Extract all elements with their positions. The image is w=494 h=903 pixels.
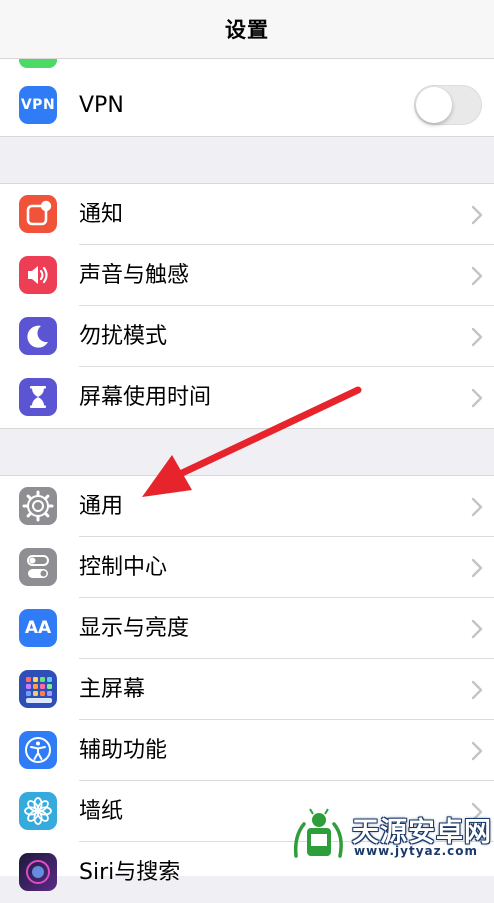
page-title: 设置: [225, 18, 269, 42]
settings-row-sounds[interactable]: 声音与触感: [0, 245, 494, 306]
settings-row-label: 显示与亮度: [79, 616, 190, 641]
chevron-right-icon: [471, 388, 483, 408]
settings-row-label: 声音与触感: [79, 263, 190, 288]
gear-icon: [19, 487, 57, 525]
settings-row-vpn[interactable]: VPN VPN: [0, 75, 494, 136]
settings-row-label: Siri与搜索: [79, 860, 181, 885]
settings-row-home-screen[interactable]: 主屏幕: [0, 659, 494, 720]
vpn-icon-text: VPN: [20, 97, 56, 113]
settings-row-label: 控制中心: [79, 555, 168, 580]
notifications-group: 通知 声音与触感 勿扰模式 屏幕使用时间: [0, 183, 494, 429]
settings-row-do-not-disturb[interactable]: 勿扰模式: [0, 306, 494, 367]
settings-row-label: 主屏幕: [79, 677, 146, 702]
watermark: 天源安卓网 www.jytyaz.com: [290, 806, 491, 866]
watermark-logo-icon: [293, 808, 343, 858]
chevron-right-icon: [471, 327, 483, 347]
partial-settings-row[interactable]: [0, 44, 494, 76]
chevron-right-icon: [471, 680, 483, 700]
toggle-knob: [416, 87, 452, 123]
aa-icon: AA: [19, 609, 57, 647]
vpn-icon: VPN: [19, 86, 57, 124]
watermark-url: www.jytyaz.com: [354, 844, 479, 858]
settings-row-label: 勿扰模式: [79, 324, 168, 349]
chevron-right-icon: [471, 266, 483, 286]
settings-row-label: 墙纸: [79, 799, 124, 824]
chevron-right-icon: [471, 558, 483, 578]
hourglass-icon: [19, 378, 57, 416]
notification-icon: [19, 195, 57, 233]
vpn-toggle[interactable]: [414, 85, 482, 125]
settings-row-notifications[interactable]: 通知: [0, 184, 494, 245]
speaker-icon: [19, 256, 57, 294]
chevron-right-icon: [471, 205, 483, 225]
settings-row-label: 辅助功能: [79, 738, 168, 763]
settings-row-label: 通知: [79, 202, 124, 227]
siri-icon: [19, 853, 57, 891]
settings-row-accessibility[interactable]: 辅助功能: [0, 720, 494, 781]
aa-icon-text: AA: [24, 618, 52, 638]
navigation-bar: 设置: [0, 0, 494, 59]
settings-row-control-center[interactable]: 控制中心: [0, 537, 494, 598]
settings-row-label: VPN: [79, 93, 124, 118]
settings-row-display-brightness[interactable]: AA 显示与亮度: [0, 598, 494, 659]
settings-row-label: 屏幕使用时间: [79, 385, 212, 410]
toggles-icon: [19, 548, 57, 586]
chevron-right-icon: [471, 497, 483, 517]
settings-row-screen-time[interactable]: 屏幕使用时间: [0, 367, 494, 428]
home-grid-icon: [19, 670, 57, 708]
chevron-right-icon: [471, 741, 483, 761]
settings-row-general[interactable]: 通用: [0, 476, 494, 537]
moon-icon: [19, 317, 57, 355]
vpn-group: VPN VPN: [0, 75, 494, 137]
accessibility-icon: [19, 731, 57, 769]
chevron-right-icon: [471, 619, 483, 639]
flower-icon: [19, 792, 57, 830]
settings-row-label: 通用: [79, 494, 124, 519]
